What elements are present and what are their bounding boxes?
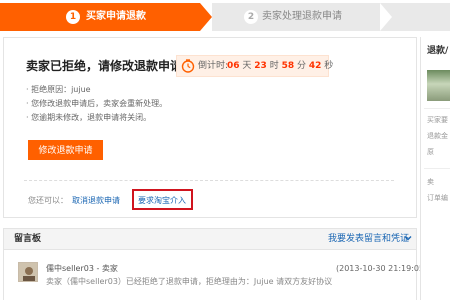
post-message-link[interactable]: 我要发表留言和凭证 [328, 233, 409, 245]
message-author: 儒中seller03 - 卖家 [46, 264, 118, 273]
avatar [18, 262, 38, 282]
sidebar-line-reason: 原 [427, 148, 434, 156]
countdown-hours-unit: 时 [269, 61, 279, 71]
page-title: 卖家已拒绝，请修改退款申请 [26, 59, 183, 73]
countdown-days: 06 [227, 61, 240, 71]
actions-prefix: 您还可以： [28, 196, 68, 205]
reject-reason: · 拒绝原因：jujue [26, 85, 91, 94]
countdown-timer: 倒计时: 06 天 23 时 58 分 42 秒 [176, 55, 333, 77]
refund-notes: · 拒绝原因：jujue · 您修改退款申请后，卖家会重新处理。 · 您逾期未修… [26, 83, 167, 125]
divider [24, 180, 394, 181]
message-text: 卖家（儒中seller03）已经拒绝了退款申请，拒绝理由为：Jujue 请双方友… [46, 277, 333, 286]
message-list [3, 250, 417, 300]
countdown-minutes: 58 [281, 61, 295, 71]
note-resubmit: · 您修改退款申请后，卖家会重新处理。 [26, 99, 168, 108]
step-1-number: 1 [66, 10, 80, 24]
countdown-seconds-unit: 秒 [324, 61, 334, 71]
message-time: (2013-10-30 21:19:05) [336, 264, 428, 273]
note-expiry: · 您逾期未修改，退款申请将关闭。 [26, 113, 152, 122]
countdown-hours: 23 [254, 61, 267, 71]
clock-icon [181, 59, 195, 73]
countdown-days-unit: 天 [242, 61, 252, 71]
sidebar-divider [424, 108, 450, 109]
step-1-arrow [200, 3, 212, 31]
cancel-refund-link[interactable]: 取消退款申请 [72, 195, 120, 207]
countdown-prefix: 倒计时: [198, 61, 229, 71]
countdown-minutes-unit: 分 [297, 61, 307, 71]
sidebar-line-seller: 卖 [427, 178, 434, 186]
modify-refund-button[interactable]: 修改退款申请 [28, 140, 103, 160]
countdown-value: 06 天 23 时 58 分 42 秒 [227, 60, 333, 73]
message-board-title: 留言板 [14, 234, 42, 244]
sidebar-title: 退款/ [427, 46, 449, 56]
product-thumbnail[interactable] [427, 70, 450, 101]
countdown-seconds: 42 [308, 61, 322, 71]
step-2-label: 卖家处理退款申请 [262, 11, 342, 22]
sidebar-divider [424, 168, 450, 169]
user-avatar-icon [19, 263, 37, 281]
progress-steps: 1 买家申请退款 2 卖家处理退款申请 [0, 0, 450, 33]
step-2-number: 2 [244, 10, 258, 24]
request-taobao-intervention-link[interactable]: 要求淘宝介入 [138, 195, 186, 207]
step-3-background [392, 3, 450, 31]
step-1-label: 买家申请退款 [86, 11, 146, 22]
sidebar-line-order: 订单编 [427, 194, 448, 202]
sidebar-line-buyer: 买家要 [427, 116, 448, 124]
sidebar-line-amount: 退款金 [427, 132, 448, 140]
chevron-down-icon[interactable] [404, 234, 412, 242]
step-2-arrow [380, 3, 392, 31]
